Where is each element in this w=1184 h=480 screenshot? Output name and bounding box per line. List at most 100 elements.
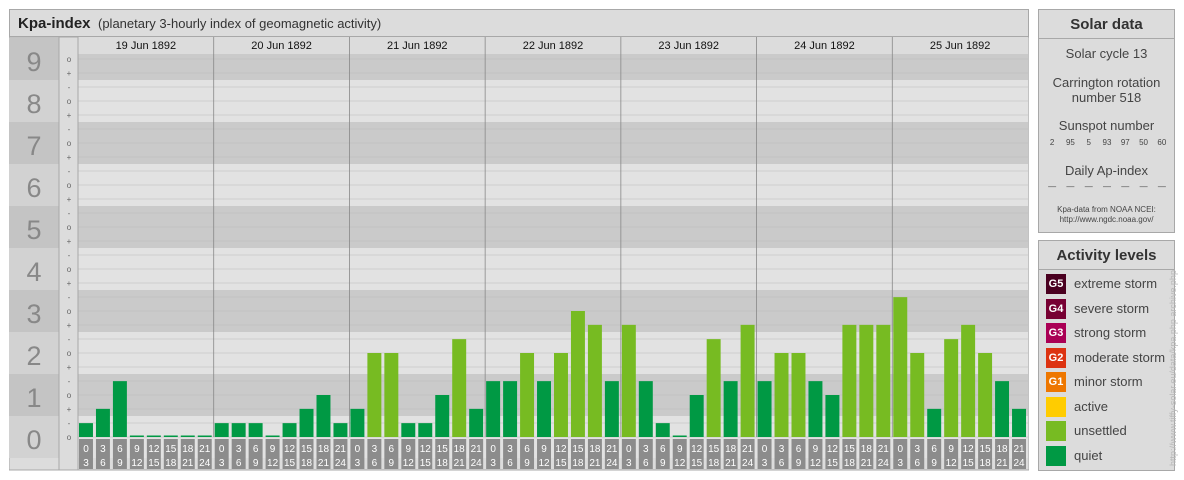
- kp-bar: [570, 311, 585, 437]
- hour-start-label: 15: [708, 444, 720, 455]
- day-label: 22 Jun 1892: [523, 40, 584, 52]
- y-minor-mark: o: [67, 181, 72, 190]
- kp-bar: [757, 381, 772, 437]
- hour-end-label: 12: [403, 458, 415, 469]
- hour-end-label: 3: [897, 458, 903, 469]
- hour-end-label: 18: [437, 458, 449, 469]
- solar-data-title: Solar data: [1070, 16, 1143, 33]
- hour-end-label: 15: [555, 458, 567, 469]
- y-minor-mark: -: [68, 167, 71, 176]
- kp-bar: [740, 324, 755, 437]
- activity-level-swatch: [1046, 396, 1066, 417]
- hour-start-label: 9: [134, 444, 140, 455]
- hour-end-label: 21: [996, 458, 1008, 469]
- y-minor-mark: -: [68, 293, 71, 302]
- hour-start-label: 21: [742, 444, 754, 455]
- y-minor-mark: -: [68, 125, 71, 134]
- y-tick-label: 7: [26, 131, 41, 161]
- solar-data-panel: Solar data Solar cycle 13 Carrington rot…: [1038, 9, 1175, 233]
- kp-bar: [79, 423, 93, 437]
- kp-bar: [316, 395, 331, 437]
- y-tick-label: 6: [26, 173, 41, 203]
- y-minor-mark: -: [68, 419, 71, 428]
- y-tick-label: 9: [26, 47, 41, 77]
- hour-end-label: 18: [844, 458, 856, 469]
- activity-level-label: minor storm: [1074, 374, 1143, 389]
- activity-level-swatch: G4: [1046, 298, 1066, 319]
- kp-bar: [503, 381, 518, 437]
- hour-start-label: 18: [318, 444, 330, 455]
- y-minor-mark: +: [67, 321, 72, 330]
- kp-bar: [384, 353, 399, 437]
- kp-bar: [859, 324, 874, 437]
- hour-start-label: 12: [284, 444, 296, 455]
- hour-end-label: 12: [946, 458, 958, 469]
- hour-end-label: 15: [420, 458, 432, 469]
- hour-start-label: 15: [437, 444, 449, 455]
- kp-bar: [587, 324, 602, 437]
- kp-bar: [893, 297, 908, 437]
- hour-start-label: 0: [897, 444, 903, 455]
- kp-bar: [418, 423, 433, 437]
- y-minor-mark: +: [67, 153, 72, 162]
- kp-bar: [231, 423, 246, 437]
- y-minor-mark: -: [68, 209, 71, 218]
- ap-values: — — — — — — —: [1043, 182, 1171, 194]
- sunspot-value: 50: [1139, 138, 1149, 147]
- kp-bar: [146, 435, 161, 437]
- hour-end-label: 6: [643, 458, 649, 469]
- kp-bar: [604, 381, 619, 437]
- y-minor-mark: -: [68, 83, 71, 92]
- activity-level-label: active: [1074, 398, 1108, 414]
- carrington-rotation-label: Carrington rotation: [1052, 75, 1161, 90]
- hour-end-label: 12: [267, 458, 279, 469]
- kp-bar: [554, 353, 568, 437]
- hour-start-label: 12: [827, 444, 839, 455]
- day-label: 21 Jun 1892: [387, 40, 448, 52]
- activity-level-item: G3 strong storm: [1046, 323, 1171, 343]
- activity-level-item: G4 severe storm: [1046, 298, 1171, 319]
- hour-end-label: 24: [1013, 458, 1025, 469]
- hour-end-label: 24: [471, 458, 483, 469]
- hour-start-label: 9: [948, 444, 954, 455]
- hour-end-label: 12: [538, 458, 550, 469]
- hour-end-label: 21: [182, 458, 194, 469]
- chart-title: Kpa-index: [18, 15, 91, 32]
- y-minor-mark: o: [67, 139, 72, 148]
- hour-start-label: 3: [507, 444, 513, 455]
- ap-value: —: [1139, 182, 1148, 191]
- carrington-rotation-number: number 518: [1071, 90, 1142, 105]
- hour-start-label: 3: [100, 444, 106, 455]
- y-minor-mark: o: [67, 433, 72, 442]
- hour-start-label: 15: [301, 444, 313, 455]
- activity-level-label: severe storm: [1074, 300, 1150, 316]
- y-minor-mark: o: [67, 55, 72, 64]
- y-tick-label: 8: [26, 89, 41, 119]
- hour-end-label: 21: [861, 458, 873, 469]
- ap-value: —: [1048, 182, 1057, 191]
- activity-level-swatch: G2: [1046, 347, 1066, 368]
- kp-bar: [1012, 408, 1026, 437]
- kp-bar: [927, 408, 942, 437]
- sunspot-value: 2: [1049, 138, 1055, 147]
- kp-bar: [469, 408, 484, 437]
- ap-value: —: [1157, 182, 1166, 191]
- hour-end-label: 9: [931, 458, 937, 469]
- hour-end-label: 21: [725, 458, 737, 469]
- kp-bar: [350, 408, 365, 437]
- ap-value: —: [1102, 182, 1111, 191]
- y-minor-mark: o: [67, 97, 72, 106]
- activity-level-label: unsettled: [1074, 423, 1127, 438]
- activity-level-item: G5 extreme storm: [1046, 274, 1171, 294]
- kp-bar: [214, 423, 229, 437]
- hour-end-label: 15: [963, 458, 975, 469]
- hour-start-label: 0: [219, 444, 225, 455]
- hour-end-label: 9: [524, 458, 530, 469]
- hour-start-label: 0: [490, 444, 496, 455]
- kp-bar: [995, 381, 1010, 437]
- kp-bar: [129, 435, 144, 437]
- hour-start-label: 18: [589, 444, 601, 455]
- y-minor-mark: -: [68, 251, 71, 260]
- day-label: 20 Jun 1892: [251, 40, 312, 52]
- hour-start-label: 15: [844, 444, 856, 455]
